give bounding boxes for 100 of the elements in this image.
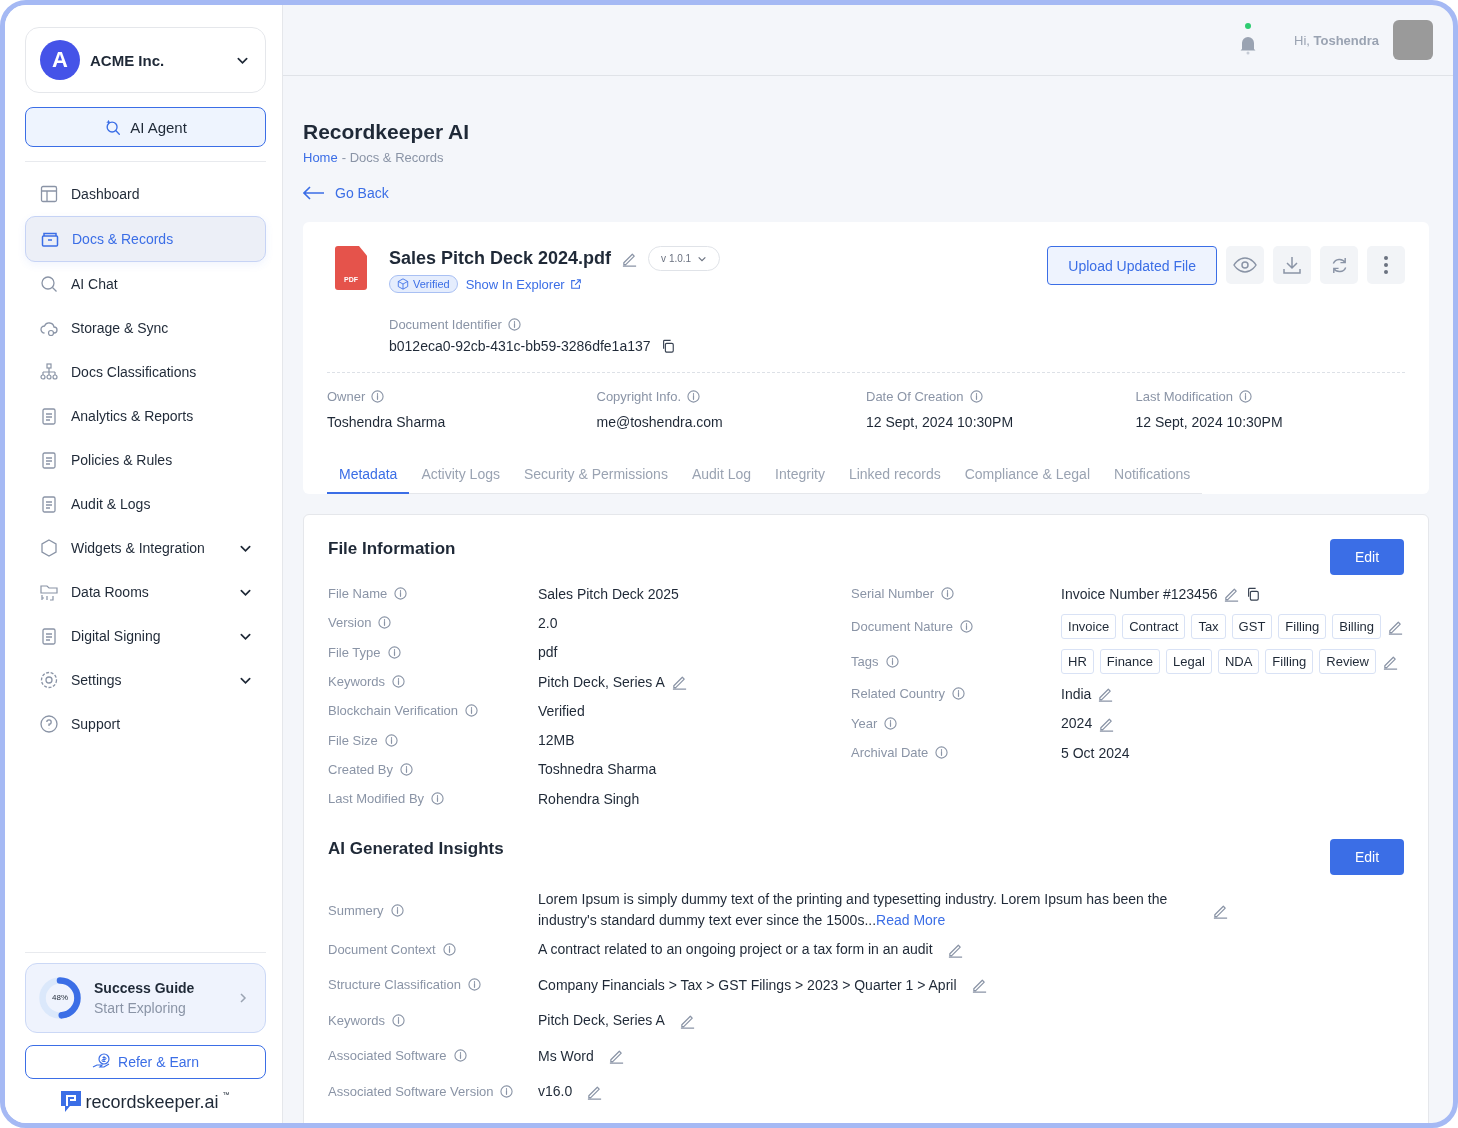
sidebar-item[interactable]: Policies & Rules xyxy=(25,438,266,482)
sidebar-item[interactable]: Widgets & Integration xyxy=(25,526,266,570)
ai-agent-button[interactable]: AI Agent xyxy=(25,107,266,147)
field-value: Sales Pitch Deck 2025 xyxy=(538,585,679,602)
field-value: Company Financials > Tax > GST Filings > 2023 > Quarter 1 > April xyxy=(538,976,957,993)
field-value: Lorem Ipsum is simply dummy text of the printing and typesetting industry. Lorem Ipsum has been the industry's standard dummy text ever since the 1500s...Read More xyxy=(538,890,1169,931)
tab[interactable]: Linked records xyxy=(836,466,953,494)
arrow-left-icon xyxy=(303,186,325,200)
field-value: 5 Oct 2024 xyxy=(1061,744,1130,761)
field-label: Blockchain Verification xyxy=(328,703,459,719)
tag: Filling xyxy=(1278,613,1327,639)
tab[interactable]: Security & Permissions xyxy=(511,466,680,494)
sidebar-item[interactable]: Analytics & Reports xyxy=(25,394,266,438)
brand-logo-icon xyxy=(61,1091,82,1113)
view-button[interactable] xyxy=(1226,246,1264,284)
field-label: Document Nature xyxy=(851,618,953,634)
info-icon xyxy=(1239,390,1253,403)
info-icon xyxy=(885,655,899,669)
meta-value: me@toshendra.com xyxy=(596,414,724,430)
meta-label: Last Modification xyxy=(1135,389,1234,404)
document-identifier: b012eca0-92cb-431c-bb59-3286dfe1a137 xyxy=(389,338,651,354)
hexagon-icon xyxy=(39,538,59,558)
go-back-link[interactable]: Go Back xyxy=(303,185,389,201)
eye-icon xyxy=(1233,257,1257,273)
organization-selector[interactable]: A ACME Inc. xyxy=(25,27,266,93)
tab[interactable]: Integrity xyxy=(763,466,837,494)
copy-icon[interactable] xyxy=(660,339,675,353)
sidebar-item[interactable]: AI Chat xyxy=(25,262,266,306)
info-icon xyxy=(500,1084,514,1098)
field-value: A contract related to an ongoing project or a tax form in an audit xyxy=(538,941,933,958)
grid-icon xyxy=(39,184,59,204)
info-icon xyxy=(507,318,521,331)
info-icon xyxy=(400,762,414,776)
tag: Review xyxy=(1319,649,1376,675)
breadcrumb-link[interactable]: Home xyxy=(303,150,338,165)
field-value: Rohendra Singh xyxy=(538,790,640,807)
info-icon xyxy=(941,587,955,601)
chevron-right-icon xyxy=(237,992,249,1004)
field-value: Verified xyxy=(538,702,585,719)
success-guide-card[interactable]: 48% Success Guide Start Exploring xyxy=(25,963,266,1033)
download-button[interactable] xyxy=(1273,246,1311,284)
refresh-button[interactable] xyxy=(1320,246,1358,284)
field-label: Associated Software xyxy=(328,1048,447,1064)
sidebar-item[interactable]: Audit & Logs xyxy=(25,482,266,526)
info-icon xyxy=(952,687,965,701)
show-in-explorer-link[interactable]: Show In Explorer xyxy=(465,276,582,292)
info-icon xyxy=(371,390,385,403)
field-value: v16.0 xyxy=(538,1083,573,1100)
meta-label: Copyright Info. xyxy=(596,389,682,404)
more-vertical-icon xyxy=(1383,255,1389,275)
tag: Filling xyxy=(1265,649,1314,675)
field-label: File Type xyxy=(328,644,381,660)
tag: Invoice xyxy=(1061,613,1117,639)
tab[interactable]: Activity Logs xyxy=(409,466,512,494)
meta-value: Toshendra Sharma xyxy=(327,414,447,430)
hierarchy-icon xyxy=(39,362,59,382)
sidebar-item[interactable]: Data Rooms xyxy=(25,570,266,614)
sidebar-item[interactable]: Digital Signing xyxy=(25,614,266,658)
breadcrumb-current: - Docs & Records xyxy=(341,150,444,165)
info-icon xyxy=(390,903,404,917)
meta-value: 12 Sept, 2024 10:30PM xyxy=(866,414,1015,430)
read-more-link[interactable]: Read More xyxy=(876,912,946,929)
guide-subtitle: Start Exploring xyxy=(94,1000,187,1016)
tab[interactable]: Notifications xyxy=(1102,466,1203,494)
field-value: India xyxy=(1061,685,1092,702)
tab[interactable]: Audit Log xyxy=(679,466,764,494)
info-icon xyxy=(959,619,973,633)
notification-dot xyxy=(1245,23,1251,29)
sidebar-item[interactable]: Storage & Sync xyxy=(25,306,266,350)
tab[interactable]: Compliance & Legal xyxy=(952,466,1102,494)
more-options-button[interactable] xyxy=(1367,246,1405,284)
copy-icon[interactable] xyxy=(1246,586,1261,601)
sidebar-item[interactable]: Docs Classifications xyxy=(25,350,266,394)
meta-value: 12 Sept, 2024 10:30PM xyxy=(1135,414,1284,430)
sidebar-item[interactable]: Support xyxy=(25,702,266,746)
info-icon xyxy=(453,1049,467,1063)
tab[interactable]: Metadata xyxy=(327,466,410,494)
field-label: Summery xyxy=(328,902,384,918)
document-name: Sales Pitch Deck 2024.pdf xyxy=(389,248,612,269)
field-value: Ms Word xyxy=(538,1047,594,1064)
sidebar-item[interactable]: Dashboard xyxy=(25,172,266,216)
field-label: Keywords xyxy=(328,674,386,690)
info-icon xyxy=(969,390,983,403)
section-title: File Information xyxy=(328,539,456,559)
sparkle-search-icon xyxy=(104,118,123,136)
field-value: Pitch Deck, Series A xyxy=(538,1012,665,1029)
refer-and-earn-button[interactable]: Refer & Earn xyxy=(25,1045,266,1079)
sidebar-item[interactable]: Docs & Records xyxy=(25,216,266,262)
greeting: Hi, Toshendra xyxy=(1294,32,1379,48)
info-icon xyxy=(884,716,898,730)
edit-button[interactable]: Edit xyxy=(1330,839,1404,876)
tag: Legal xyxy=(1166,649,1212,675)
field-label: Created By xyxy=(328,761,394,777)
sidebar-item[interactable]: Settings xyxy=(25,658,266,702)
edit-button[interactable]: Edit xyxy=(1330,539,1404,575)
avatar-placeholder[interactable] xyxy=(1393,20,1433,60)
organization-logo: A xyxy=(40,40,80,80)
brand-name: recordskeeper.ai xyxy=(85,1091,219,1113)
field-label: Year xyxy=(851,715,878,731)
upload-updated-file-button[interactable]: Upload Updated File xyxy=(1047,246,1217,285)
